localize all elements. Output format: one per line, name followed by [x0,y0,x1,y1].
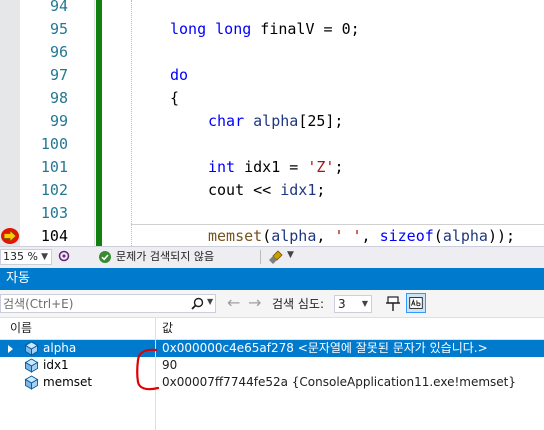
autos-row[interactable]: memset 0x00007ff7744fe52a {ConsoleApplic… [0,374,544,391]
code-text: ; [316,181,326,199]
row-value[interactable]: 0x000000c4e65af278 <문자열에 잘못된 문자가 있습니다.> [162,340,488,357]
search-icon[interactable] [191,297,204,310]
code-line-99[interactable]: char alpha[25]; [208,110,343,133]
variable-icon [24,341,39,356]
code-line-95[interactable]: long long finalV = 0; [170,18,360,41]
line-number-current: 104 [40,227,68,245]
code-text: ( [262,227,272,245]
autos-row[interactable]: idx1 90 [0,357,544,374]
autos-toolbar: ▼ ← → 검색 심도: 3▼ [0,290,544,318]
line-number: 98 [49,89,68,107]
code-text: { [170,89,180,107]
current-statement-arrow-icon [1,228,19,244]
code-text: ( [433,227,443,245]
indent-guide [131,0,133,246]
line-number: 95 [49,20,68,38]
zoom-dropdown[interactable]: 135 % ▼ [0,249,52,265]
chevron-down-icon: ▼ [41,252,48,262]
chevron-down-icon[interactable]: ▼ [207,297,213,306]
line-number: 100 [40,135,68,153]
code-variable: alpha [442,227,488,245]
pin-icon[interactable] [385,295,401,313]
code-text: finalV = 0; [251,20,360,38]
code-line-98[interactable]: { [170,87,179,110]
autos-row[interactable]: alpha 0x000000c4e65af278 <문자열에 잘못된 문자가 있… [0,340,544,357]
code-variable: alpha [271,227,317,245]
hex-display-toggle-icon[interactable] [406,293,426,313]
arrow-left-icon[interactable]: ← [227,294,240,312]
code-keyword: long long [170,20,252,38]
code-line-97[interactable]: do [170,64,188,87]
code-text: )); [487,227,516,245]
search-input[interactable] [3,295,188,312]
row-name: idx1 [43,358,69,372]
function-icon [24,375,39,390]
code-keyword: sizeof [379,227,434,245]
line-number: 99 [49,112,68,130]
code-line-101[interactable]: int idx1 = 'Z'; [208,156,343,179]
divider [260,250,261,264]
row-name: memset [43,375,93,389]
code-keyword: int [208,158,236,176]
code-text: idx1 = [235,158,308,176]
line-number: 94 [49,0,68,15]
column-header-value[interactable]: 값 [162,318,173,339]
chevron-down-icon[interactable]: ▼ [287,250,294,260]
line-number: 102 [40,181,68,199]
code-line-102[interactable]: cout << idx1; [208,179,325,202]
code-cleanup-brush-icon[interactable] [268,249,284,265]
breakpoint-margin[interactable] [0,0,20,246]
code-string: ' ' [334,227,362,245]
code-variable: alpha [244,112,299,130]
code-text: ; [334,158,344,176]
row-name: alpha [43,341,77,355]
arrow-right-icon[interactable]: → [248,294,261,312]
gutter-divider [94,0,95,246]
code-keyword: char [208,112,245,130]
line-number: 97 [49,66,68,84]
autos-window-title[interactable]: 자동 [0,268,544,290]
expand-arrow-icon[interactable] [8,345,13,353]
change-tracking-bar [96,0,102,246]
code-string: 'Z' [307,158,335,176]
line-number-gutter: 94 95 96 97 98 99 100 101 102 103 104 [20,0,70,246]
code-text: [25]; [298,112,344,130]
editor-status-bar: 135 % ▼ 문제가 검색되지 않음 ▼ [0,246,544,268]
code-line-104[interactable]: memset(alpha, ' ', sizeof(alpha)); [208,225,515,246]
intellicode-icon[interactable] [58,250,70,262]
variable-icon [24,358,39,373]
autos-grid-header: 이름 값 [0,318,544,340]
zoom-value: 135 % [3,250,38,263]
search-depth-label: 검색 심도: [272,297,325,311]
code-text: , [361,227,380,245]
code-editor[interactable]: 94 95 96 97 98 99 100 101 102 103 104 lo… [0,0,544,246]
red-bracket-annotation [136,348,160,391]
search-depth-dropdown[interactable]: 3 ▼ [334,295,372,313]
code-function: memset [208,227,263,245]
code-variable: idx1 [280,181,317,199]
search-box[interactable]: ▼ [0,294,216,313]
code-text: , [316,227,335,245]
search-depth-value: 3 [338,297,346,311]
column-header-name[interactable]: 이름 [10,318,32,339]
chevron-down-icon: ▼ [361,299,368,308]
line-number: 103 [40,204,68,222]
line-number: 101 [40,158,68,176]
issues-status-text[interactable]: 문제가 검색되지 않음 [116,250,214,264]
code-text: cout << [208,181,281,199]
code-keyword: do [170,66,189,84]
line-number: 96 [49,43,68,61]
check-circle-icon[interactable] [99,251,111,263]
row-value[interactable]: 0x00007ff7744fe52a {ConsoleApplication11… [162,374,516,391]
